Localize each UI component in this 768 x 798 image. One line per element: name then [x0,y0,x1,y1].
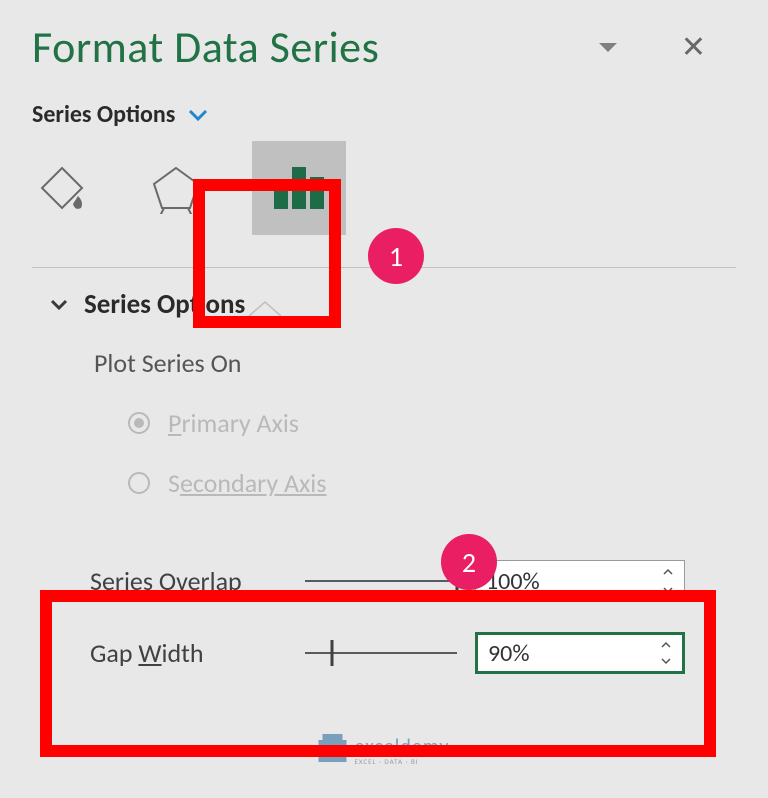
gap-width-input[interactable]: 90% [475,632,685,674]
gap-width-row: Gap Width 90% [90,631,736,675]
paint-bucket-icon [36,162,88,214]
gap-width-slider[interactable] [305,638,457,668]
pane-header: Format Data Series ✕ [32,0,736,86]
primary-axis-label: Primary Axis [168,407,299,439]
series-overlap-label: Series Overlap [90,565,305,597]
slider-controls: Series Overlap 100% Gap Width [90,559,736,675]
series-options-dropdown[interactable]: Series Options [32,100,736,129]
fill-line-tab[interactable] [24,150,100,226]
series-options-tab[interactable] [252,141,346,235]
section-title: Series Options [84,288,245,321]
radio-icon [128,472,150,494]
series-overlap-slider[interactable] [305,566,457,596]
pane-title: Format Data Series [32,20,379,74]
plot-series-on-label: Plot Series On [94,347,736,379]
secondary-axis-radio: Secondary Axis [128,467,736,499]
spinner-arrows[interactable] [658,563,678,599]
task-pane-options-icon[interactable] [597,40,619,54]
format-category-tabs [24,141,736,239]
active-tab-indicator-icon [245,298,285,318]
format-data-series-pane: Format Data Series ✕ Series Options [0,0,768,798]
series-options-label: Series Options [32,100,175,129]
annotation-badge-1: 1 [368,228,424,284]
series-overlap-input[interactable]: 100% [475,560,685,602]
gap-width-label: Gap Width [90,637,305,669]
pane-header-controls: ✕ [597,29,736,66]
chevron-down-icon [50,293,68,317]
primary-axis-radio: Primary Axis [128,407,736,439]
watermark: exceldemy EXCEL · DATA · BI [319,735,450,766]
bar-chart-icon [270,163,328,213]
chevron-down-icon [187,107,209,123]
series-overlap-row: Series Overlap 100% [90,559,736,603]
spinner-arrows[interactable] [656,637,676,669]
annotation-badge-2: 2 [441,534,497,590]
secondary-axis-label: Secondary Axis [168,467,326,499]
watermark-text: exceldemy [355,735,450,759]
radio-icon [128,412,150,434]
series-options-section-header[interactable]: Series Options [50,288,736,321]
close-icon[interactable]: ✕ [681,29,706,66]
pentagon-icon [150,162,202,214]
watermark-icon [319,740,347,762]
effects-tab[interactable] [138,150,214,226]
